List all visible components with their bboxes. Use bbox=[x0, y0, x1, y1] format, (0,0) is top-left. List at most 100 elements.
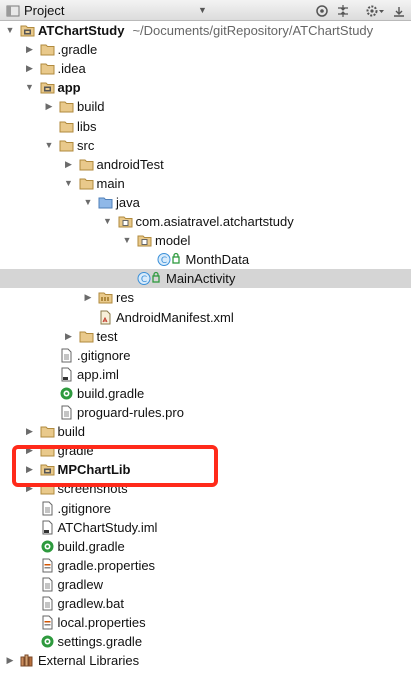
tree-row[interactable]: gradle.properties bbox=[0, 556, 411, 575]
collapsed-arrow-icon[interactable]: ▶ bbox=[43, 97, 55, 116]
red-highlight-annotation bbox=[12, 445, 218, 487]
tree-row[interactable]: .gitignore bbox=[0, 346, 411, 365]
hide-icon[interactable] bbox=[392, 0, 406, 21]
tree-row[interactable]: ▼ app bbox=[0, 78, 411, 97]
folder-icon bbox=[40, 61, 55, 76]
module-folder-icon bbox=[40, 80, 55, 95]
target-icon[interactable] bbox=[315, 0, 329, 21]
folder-icon bbox=[79, 157, 94, 172]
expanded-arrow-icon[interactable]: ▼ bbox=[4, 21, 16, 40]
collapsed-arrow-icon[interactable]: ▶ bbox=[4, 651, 16, 670]
tree-row[interactable]: ▼ model bbox=[0, 231, 411, 250]
tree-row[interactable]: build.gradle bbox=[0, 537, 411, 556]
tree-item-label: build bbox=[77, 99, 105, 115]
tree-item-label: local.properties bbox=[57, 615, 146, 631]
tree-row[interactable]: ▼ java bbox=[0, 193, 411, 212]
project-view-icon bbox=[6, 0, 20, 21]
module-folder-icon bbox=[20, 23, 35, 38]
tree-row[interactable]: ▼ com.asiatravel.atchartstudy bbox=[0, 212, 411, 231]
tree-row[interactable]: local.properties bbox=[0, 613, 411, 632]
collapsed-arrow-icon[interactable]: ▶ bbox=[63, 327, 75, 346]
project-panel-header: Project ▼ bbox=[0, 0, 411, 21]
tree-row[interactable]: ATChartStudy.iml bbox=[0, 518, 411, 537]
manifest-file-icon bbox=[98, 310, 113, 325]
tree-item-label: External Libraries bbox=[38, 653, 140, 669]
tree-row[interactable]: .gitignore bbox=[0, 499, 411, 518]
folder-icon bbox=[79, 329, 94, 344]
tree-row[interactable]: ▼ ATChartStudy ~/Documents/gitRepository/A… bbox=[0, 21, 411, 40]
class-icon: C bbox=[137, 271, 160, 286]
collapsed-arrow-icon[interactable]: ▶ bbox=[24, 40, 36, 59]
class-icon: C bbox=[157, 252, 180, 267]
source-folder-icon bbox=[98, 195, 113, 210]
tree-row[interactable]: ▶ .idea bbox=[0, 59, 411, 78]
tree-row[interactable]: C MonthData bbox=[0, 250, 411, 269]
tree-item-label: com.asiatravel.atchartstudy bbox=[135, 214, 294, 229]
resource-folder-icon bbox=[98, 290, 113, 305]
tree-item-label: src bbox=[77, 137, 95, 153]
tree-row[interactable]: ▶ External Libraries bbox=[0, 651, 411, 670]
project-view-title[interactable]: Project bbox=[24, 0, 64, 21]
tree-item-label: .gradle bbox=[57, 42, 98, 58]
tree-row[interactable]: ▶ androidTest bbox=[0, 155, 411, 174]
iml-file-icon bbox=[40, 520, 55, 535]
tree-item-label: androidTest bbox=[96, 156, 164, 172]
tree-row[interactable]: settings.gradle bbox=[0, 632, 411, 651]
tree-row[interactable]: app.iml bbox=[0, 365, 411, 384]
file-icon bbox=[40, 501, 55, 516]
expanded-arrow-icon[interactable]: ▼ bbox=[121, 231, 133, 250]
tree-item-label: .gitignore bbox=[77, 347, 131, 363]
expanded-arrow-icon[interactable]: ▼ bbox=[82, 193, 94, 212]
tree-row[interactable]: ▼ main bbox=[0, 174, 411, 193]
tree-item-label: test bbox=[96, 328, 118, 344]
libraries-icon bbox=[20, 653, 35, 668]
collapsed-arrow-icon[interactable]: ▶ bbox=[63, 155, 75, 174]
gradle-icon bbox=[40, 539, 55, 554]
package-icon bbox=[118, 214, 133, 229]
gear-icon[interactable] bbox=[365, 0, 385, 21]
tree-item-label: settings.gradle bbox=[57, 634, 143, 650]
folder-icon bbox=[59, 119, 74, 134]
tree-row[interactable]: ▼ src bbox=[0, 136, 411, 155]
expanded-arrow-icon[interactable]: ▼ bbox=[43, 136, 55, 155]
folder-icon bbox=[40, 42, 55, 57]
chevron-down-icon[interactable]: ▼ bbox=[198, 0, 207, 21]
tree-row[interactable]: ▶ build bbox=[0, 97, 411, 116]
folder-icon bbox=[40, 424, 55, 439]
tree-row[interactable]: libs bbox=[0, 117, 411, 136]
tree-row[interactable]: ▶ build bbox=[0, 422, 411, 441]
properties-file-icon bbox=[40, 558, 55, 573]
tree-row[interactable]: ▶ .gradle bbox=[0, 40, 411, 59]
tree-item-label: res bbox=[116, 290, 135, 306]
tree-item-label: AndroidManifest.xml bbox=[116, 309, 234, 325]
tree-item-label: MonthData bbox=[185, 252, 250, 268]
tree-row[interactable]: ▶ res bbox=[0, 288, 411, 307]
collapse-icon[interactable] bbox=[336, 0, 350, 21]
collapsed-arrow-icon[interactable]: ▶ bbox=[24, 422, 36, 441]
expanded-arrow-icon[interactable]: ▼ bbox=[63, 174, 75, 193]
tree-item-label: build.gradle bbox=[77, 385, 145, 401]
file-icon bbox=[40, 577, 55, 592]
tree-item-label: .idea bbox=[57, 61, 86, 77]
collapsed-arrow-icon[interactable]: ▶ bbox=[24, 59, 36, 78]
tree-row[interactable]: ▶ test bbox=[0, 327, 411, 346]
gradle-icon bbox=[40, 634, 55, 649]
tree-row[interactable]: gradlew bbox=[0, 575, 411, 594]
folder-icon bbox=[59, 99, 74, 114]
package-icon bbox=[137, 233, 152, 248]
iml-file-icon bbox=[59, 367, 74, 382]
tree-row[interactable]: proguard-rules.pro bbox=[0, 403, 411, 422]
tree-row[interactable]: build.gradle bbox=[0, 384, 411, 403]
file-icon bbox=[40, 596, 55, 611]
expanded-arrow-icon[interactable]: ▼ bbox=[24, 78, 36, 97]
tree-item-label: libs bbox=[77, 118, 97, 134]
collapsed-arrow-icon[interactable]: ▶ bbox=[82, 288, 94, 307]
tree-item-label: proguard-rules.pro bbox=[77, 405, 184, 420]
tree-row[interactable]: C MainActivity bbox=[0, 269, 411, 289]
expanded-arrow-icon[interactable]: ▼ bbox=[102, 212, 114, 231]
tree-item-label: build bbox=[57, 424, 85, 440]
tree-item-label: gradlew bbox=[57, 576, 104, 592]
tree-row[interactable]: AndroidManifest.xml bbox=[0, 308, 411, 327]
gradle-icon bbox=[59, 386, 74, 401]
tree-row[interactable]: gradlew.bat bbox=[0, 594, 411, 613]
